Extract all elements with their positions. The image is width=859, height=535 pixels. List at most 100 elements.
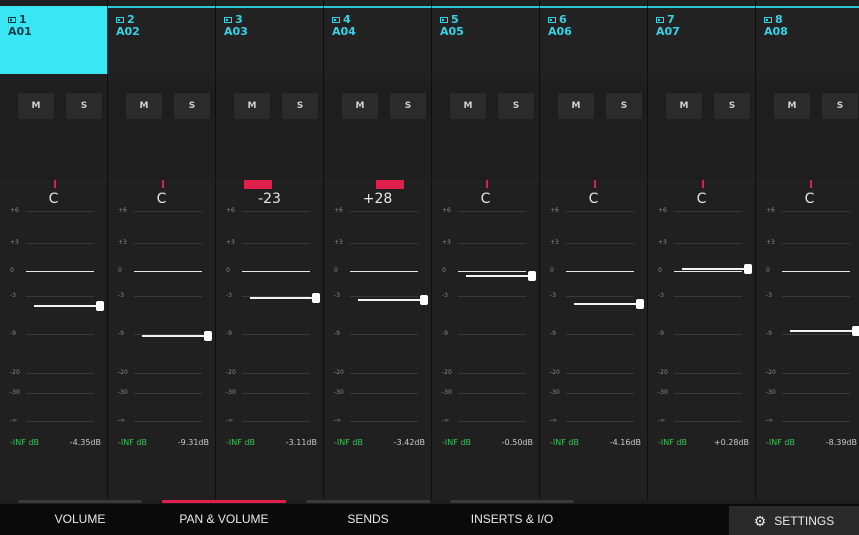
track-header-5[interactable]: 5 A05 [432,6,539,74]
track-header-3[interactable]: 3 A03 [216,6,323,74]
mute-button[interactable]: M [342,93,378,119]
scale-gridline [350,373,418,374]
solo-button[interactable]: S [606,93,642,119]
channel-icon [8,17,16,23]
mute-button[interactable]: M [234,93,270,119]
solo-button[interactable]: S [174,93,210,119]
solo-button[interactable]: S [822,93,858,119]
tab-inserts-io[interactable]: INSERTS & I/O [450,504,574,535]
scale-label: -30 [334,389,344,396]
pan-meter[interactable] [648,178,755,190]
scale-label: +6 [334,207,343,214]
scale-gridline [134,211,202,212]
scale-label: -20 [766,369,776,376]
scale-label: -∞ [658,417,666,424]
pan-meter[interactable] [756,178,859,190]
scale-gridline [674,421,742,422]
pan-meter[interactable] [324,178,431,190]
track-strip-8: 8 A08 M S C -INF dB -8.39dB +6 +3 0 -3 -9 -20… [756,0,859,500]
pan-value: -23 [258,191,281,207]
pan-meter[interactable] [216,178,323,190]
solo-button[interactable]: S [498,93,534,119]
track-strip-1: 1 A01 M S C -INF dB -4.35dB +6 +3 0 -3 -9 -20… [0,0,108,500]
scale-gridline [242,334,310,335]
scale-gridline [26,373,94,374]
scale-gridline [782,393,850,394]
scale-label: +6 [442,207,451,214]
scale-gridline [782,243,850,244]
volume-fader-handle[interactable] [744,264,752,275]
peak-level: -INF dB [334,438,363,447]
track-strip-4: 4 A04 M S +28 -INF dB -3.42dB +6 +3 0 -3 -9 -… [324,0,432,500]
scale-gridline [242,243,310,244]
scale-gridline [674,334,742,335]
track-strip-2: 2 A02 M S C -INF dB -9.31dB +6 +3 0 -3 -9 -20… [108,0,216,500]
pan-meter[interactable] [0,178,107,190]
zero-db-line [26,271,94,272]
pan-meter[interactable] [432,178,539,190]
scale-label: -∞ [766,417,774,424]
scale-label: -30 [10,389,20,396]
track-header-1[interactable]: 1 A01 [0,6,107,74]
track-header-7[interactable]: 7 A07 [648,6,755,74]
scale-gridline [674,211,742,212]
scale-gridline [674,393,742,394]
scale-gridline [458,421,526,422]
scale-gridline [782,211,850,212]
scale-gridline [458,334,526,335]
settings-button[interactable]: ⚙ SETTINGS [729,506,859,535]
zero-db-line [566,271,634,272]
zero-db-line [350,271,418,272]
volume-fader-handle[interactable] [96,300,104,311]
scale-gridline [242,421,310,422]
scale-label: +3 [442,239,451,246]
tab-sends[interactable]: SENDS [306,504,430,535]
scale-label: 0 [658,267,662,274]
mute-button[interactable]: M [450,93,486,119]
solo-button[interactable]: S [714,93,750,119]
pan-value: C [48,191,59,207]
scale-gridline [134,373,202,374]
scale-gridline [566,211,634,212]
tab-pan-volume[interactable]: PAN & VOLUME [162,504,286,535]
volume-fader-handle[interactable] [852,326,859,337]
scale-gridline [134,296,202,297]
scale-label: -∞ [550,417,558,424]
volume-fader-handle[interactable] [636,299,644,310]
scale-gridline [242,393,310,394]
volume-fader-handle[interactable] [528,271,536,282]
volume-fader-handle[interactable] [204,331,212,342]
mute-button[interactable]: M [666,93,702,119]
volume-level: -9.31dB [177,438,209,447]
scale-gridline [458,211,526,212]
solo-button[interactable]: S [66,93,102,119]
mute-button[interactable]: M [558,93,594,119]
track-header-4[interactable]: 4 A04 [324,6,431,74]
mute-button[interactable]: M [126,93,162,119]
solo-button[interactable]: S [390,93,426,119]
pan-meter[interactable] [108,178,215,190]
scale-label: -30 [550,389,560,396]
volume-fader-handle[interactable] [420,294,428,305]
pan-meter[interactable] [540,178,647,190]
scale-label: +3 [118,239,127,246]
track-name: A05 [440,25,464,38]
pan-center-tick [54,180,56,188]
peak-level: -INF dB [766,438,795,447]
scale-label: +6 [10,207,19,214]
scale-label: -∞ [118,417,126,424]
tab-volume[interactable]: VOLUME [18,504,142,535]
track-header-2[interactable]: 2 A02 [108,6,215,74]
scale-label: +6 [658,207,667,214]
track-header-8[interactable]: 8 A08 [756,6,859,74]
peak-level: -INF dB [226,438,255,447]
track-header-6[interactable]: 6 A06 [540,6,647,74]
scale-label: -30 [658,389,668,396]
scale-label: +6 [118,207,127,214]
mute-button[interactable]: M [774,93,810,119]
volume-fader-handle[interactable] [312,292,320,303]
tab-indicator-volume [18,500,142,503]
solo-button[interactable]: S [282,93,318,119]
tab-indicator-pan-volume [162,500,286,503]
mute-button[interactable]: M [18,93,54,119]
